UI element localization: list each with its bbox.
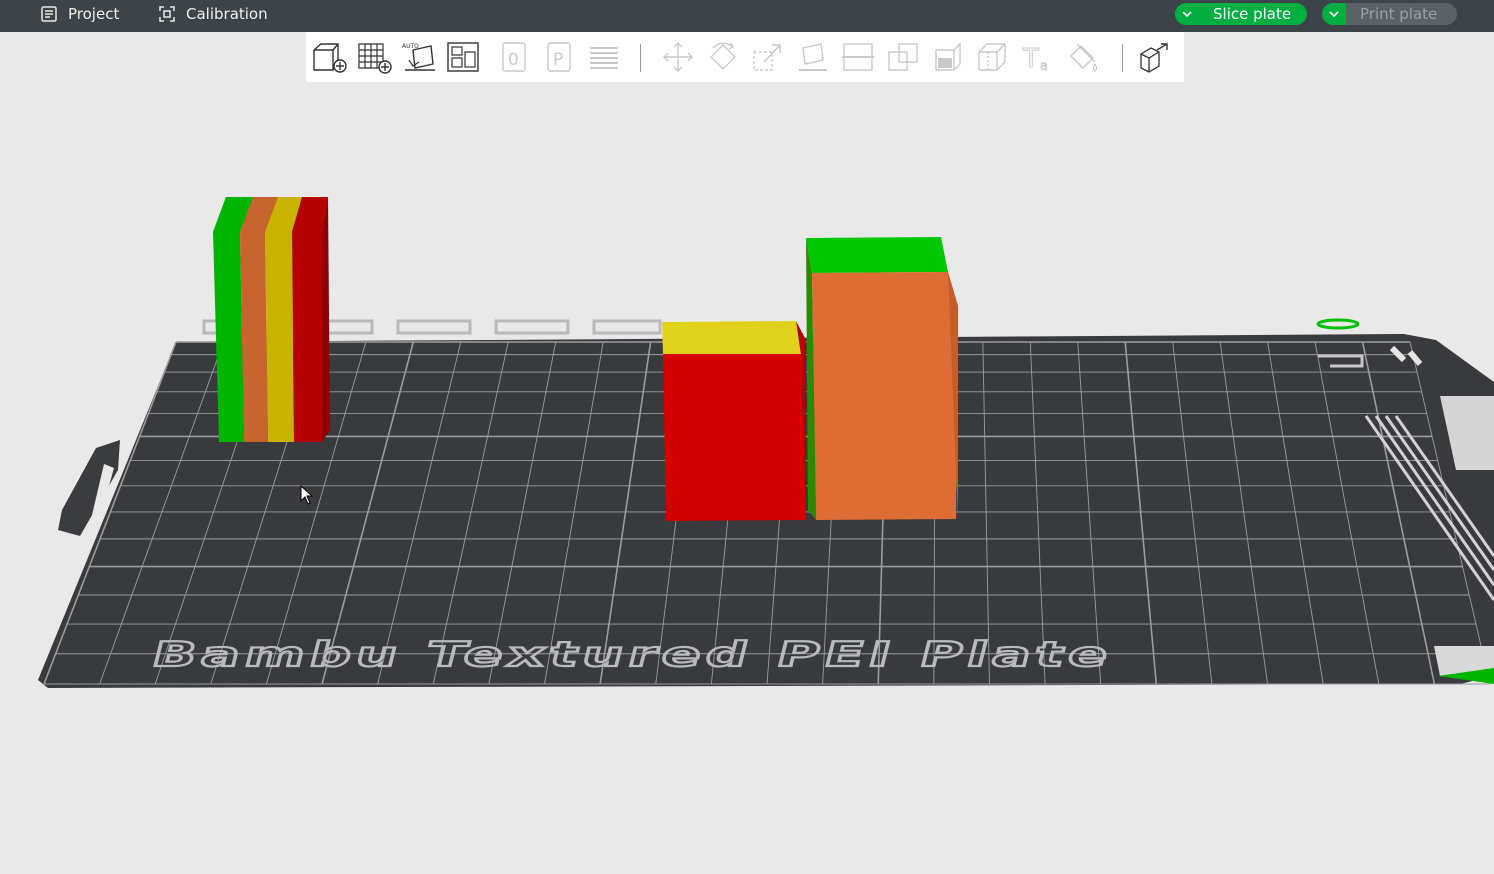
split-parts-icon: P: [547, 42, 571, 72]
add-plate-icon: [358, 43, 392, 74]
layers-button[interactable]: [585, 39, 623, 75]
cut-icon: [842, 43, 874, 71]
plate-label: Bambu Textured PEI Plate: [148, 635, 1118, 674]
arrange-icon: [447, 42, 479, 72]
print-plate-label: Print plate: [1360, 5, 1438, 23]
mouse-cursor-icon: [300, 485, 314, 505]
move-button[interactable]: [659, 39, 697, 75]
svg-text:a: a: [1040, 59, 1048, 74]
split-objects-button[interactable]: 0: [496, 39, 534, 75]
scale-icon: [753, 44, 781, 71]
chevron-down-icon[interactable]: [1322, 3, 1346, 25]
project-tab[interactable]: Project: [40, 0, 119, 28]
boolean-icon: [888, 43, 918, 71]
calibration-tab[interactable]: Calibration: [158, 0, 268, 28]
text-button[interactable]: T a: [1019, 39, 1057, 75]
rotate-icon: [710, 42, 736, 70]
print-plate-button[interactable]: Print plate: [1322, 3, 1457, 25]
support-paint-icon: [935, 42, 961, 71]
svg-text:P: P: [553, 50, 563, 70]
split-objects-icon: 0: [502, 42, 526, 72]
boolean-button[interactable]: [884, 39, 922, 75]
add-object-button[interactable]: [310, 39, 348, 75]
3d-viewport[interactable]: Bambu Textured PEI Plate: [0, 82, 1494, 874]
seam-paint-button[interactable]: [974, 39, 1012, 75]
slice-plate-button[interactable]: Slice plate: [1175, 3, 1307, 25]
rotate-button[interactable]: [704, 39, 742, 75]
seam-paint-icon: [978, 43, 1006, 71]
split-parts-button[interactable]: P: [541, 39, 579, 75]
lay-on-face-button[interactable]: [794, 39, 832, 75]
orange-block-object[interactable]: [806, 237, 958, 520]
auto-orient-button[interactable]: AUTO: [400, 39, 438, 75]
chevron-down-icon[interactable]: [1175, 3, 1199, 25]
cut-button[interactable]: [839, 39, 877, 75]
calibration-icon: [159, 6, 175, 22]
red-block-object[interactable]: [662, 321, 806, 521]
text-icon: T a: [1022, 44, 1049, 75]
support-paint-button[interactable]: [929, 39, 967, 75]
calibration-tab-label: Calibration: [186, 5, 268, 23]
main-toolbar: AUTO 0 P T a: [306, 32, 1184, 82]
assembly-view-button[interactable]: [1136, 39, 1174, 75]
scale-button[interactable]: [749, 39, 787, 75]
project-icon: [41, 6, 57, 22]
slice-plate-label: Slice plate: [1213, 5, 1292, 23]
toolbar-separator: [1122, 44, 1123, 72]
toolbar-separator: [640, 44, 641, 72]
arrange-button[interactable]: [444, 39, 482, 75]
color-paint-icon: [1070, 43, 1098, 72]
lay-on-face-icon: [799, 43, 827, 71]
add-plate-button[interactable]: [355, 39, 393, 75]
assembly-view-icon: [1140, 43, 1168, 73]
add-object-icon: [313, 43, 347, 73]
auto-orient-icon: AUTO: [402, 43, 435, 71]
svg-text:T: T: [1022, 44, 1039, 74]
project-tab-label: Project: [68, 5, 120, 23]
color-paint-button[interactable]: [1064, 39, 1102, 75]
svg-text:0: 0: [508, 50, 519, 70]
striped-tower-object[interactable]: [213, 197, 330, 442]
layers-icon: [590, 47, 618, 69]
move-icon: [663, 42, 693, 72]
top-bar: Project Calibration Slice plate Print pl…: [0, 0, 1494, 32]
